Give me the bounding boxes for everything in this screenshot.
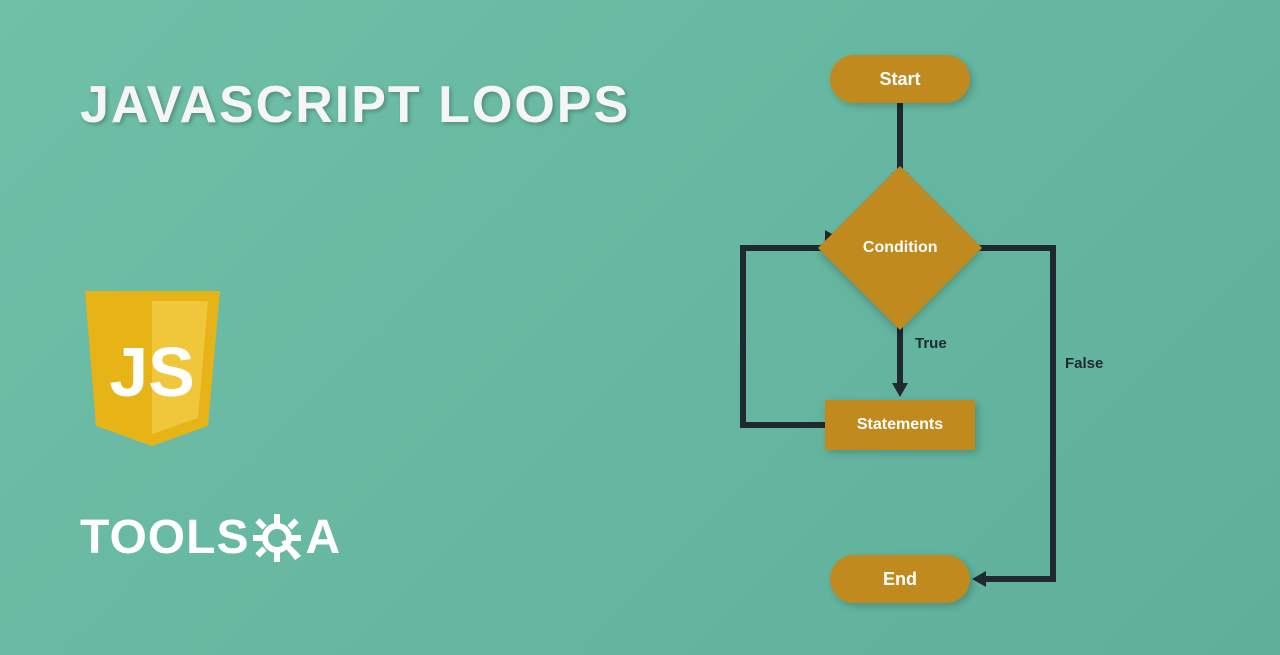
arrow-line xyxy=(740,245,746,428)
arrow-line xyxy=(897,103,903,175)
flowchart-end-node: End xyxy=(830,555,970,603)
arrowhead-icon xyxy=(972,571,986,587)
flowchart: Start Condition Statements End True Fals… xyxy=(700,55,1120,625)
flowchart-statements-node: Statements xyxy=(825,400,975,450)
brand-text-part1: TOOLS xyxy=(80,510,249,565)
js-logo-text: JS xyxy=(109,333,195,411)
arrow-line xyxy=(1050,245,1056,576)
js-logo: JS xyxy=(80,286,225,451)
edge-label-true: True xyxy=(915,335,947,352)
arrow-line xyxy=(970,245,1055,251)
brand-text-part2: A xyxy=(305,510,341,565)
flowchart-start-node: Start xyxy=(830,55,970,103)
arrow-line xyxy=(985,576,1056,582)
gear-icon xyxy=(251,512,303,564)
page-title: JAVASCRIPT LOOPS xyxy=(80,75,630,135)
edge-label-false: False xyxy=(1065,355,1103,372)
arrow-line xyxy=(740,422,825,428)
toolsqa-logo: TOOLS A xyxy=(80,510,400,580)
arrowhead-icon xyxy=(892,383,908,397)
arrow-line xyxy=(740,245,830,251)
flowchart-condition-node: Condition xyxy=(818,166,982,330)
